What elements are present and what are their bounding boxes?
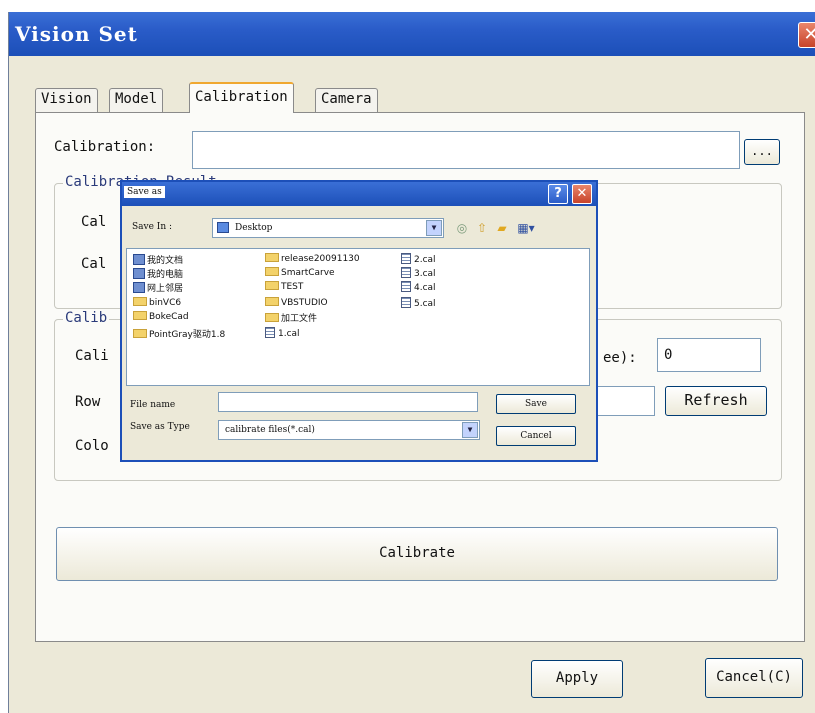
save-as-dialog: Save as ? ✕ Save In : Desktop ▼ ◎ ⇧ ▰ ▦▾… [120,180,598,462]
folder-icon [133,297,147,306]
save-as-title-bar[interactable]: Save as ? ✕ [122,182,596,206]
network-icon [133,282,145,293]
degree-input[interactable]: 0 [657,338,761,372]
list-item[interactable]: binVC6 [133,297,181,308]
refresh-button[interactable]: Refresh [665,386,767,416]
result-row2-label: Cal [81,256,107,272]
list-item[interactable]: 1.cal [265,327,300,339]
list-item[interactable]: 加工文件 [265,311,317,324]
save-in-value: Desktop [235,223,273,233]
cal-file-icon [401,297,411,308]
list-item[interactable]: 3.cal [401,267,436,279]
list-item[interactable]: release20091130 [265,253,360,264]
documents-icon [133,254,145,265]
file-name-label: File name [130,400,176,410]
calibrate-button[interactable]: Calibrate [56,527,778,581]
save-as-type-value: calibrate files(*.cal) [225,425,315,435]
list-item[interactable]: 网上邻居 [133,281,183,294]
calibration-path-input[interactable] [192,131,740,169]
chevron-down-icon[interactable]: ▼ [462,422,478,438]
cal-file-icon [401,267,411,278]
help-icon[interactable]: ? [548,184,568,204]
folder-icon [133,329,147,338]
back-icon[interactable]: ◎ [454,220,470,236]
list-item[interactable]: 我的电脑 [133,267,183,280]
save-in-label: Save In : [132,222,173,232]
cali-label: Cali [75,348,109,364]
folder-icon [265,297,279,306]
file-name-input[interactable] [218,392,478,412]
save-in-select[interactable]: Desktop ▼ [212,218,444,238]
list-item[interactable]: 2.cal [401,253,436,265]
close-icon[interactable]: ✕ [572,184,592,204]
chevron-down-icon[interactable]: ▼ [426,220,442,236]
folder-icon [133,311,147,320]
list-item[interactable]: SmartCarve [265,267,335,278]
list-item[interactable]: 4.cal [401,281,436,293]
result-row1-label: Cal [81,214,107,230]
tab-calibration[interactable]: Calibration [189,82,294,113]
list-item[interactable]: BokeCad [133,311,189,322]
window-title: Vision Set [15,22,138,46]
degree-label: ee): [603,350,637,366]
color-label: Colo [75,438,109,454]
tab-vision[interactable]: Vision [35,88,98,112]
browse-button[interactable]: ... [744,139,780,165]
folder-icon [265,281,279,290]
view-menu-icon[interactable]: ▦▾ [514,220,538,236]
folder-icon [265,313,279,322]
title-bar[interactable]: Vision Set ✕ [9,12,815,56]
save-as-type-label: Save as Type [130,422,190,432]
desktop-icon [217,222,229,233]
close-icon[interactable]: ✕ [798,22,815,48]
list-item[interactable]: TEST [265,281,303,292]
save-as-title: Save as [124,186,165,198]
dialog-cancel-button[interactable]: Cancel [496,426,576,446]
tab-camera[interactable]: Camera [315,88,378,112]
row-label: Row [75,394,101,410]
file-list[interactable]: 我的文档 我的电脑 网上邻居 binVC6 BokeCad PointGray驱… [126,248,590,386]
save-as-type-select[interactable]: calibrate files(*.cal) ▼ [218,420,480,440]
computer-icon [133,268,145,279]
cal-file-icon [265,327,275,338]
tab-model[interactable]: Model [109,88,164,112]
list-item[interactable]: PointGray驱动1.8 [133,327,225,340]
apply-button[interactable]: Apply [531,660,623,698]
calibration-settings-group-label: Calib [63,310,110,326]
cal-file-icon [401,253,411,264]
calibration-label: Calibration: [54,139,156,155]
list-item[interactable]: 5.cal [401,297,436,309]
cancel-button[interactable]: Cancel(C) [705,658,803,698]
list-item[interactable]: VBSTUDIO [265,297,328,308]
list-item[interactable]: 我的文档 [133,253,183,266]
save-button[interactable]: Save [496,394,576,414]
up-folder-icon[interactable]: ⇧ [474,220,490,236]
new-folder-icon[interactable]: ▰ [494,220,510,236]
folder-icon [265,253,279,262]
cal-file-icon [401,281,411,292]
folder-icon [265,267,279,276]
